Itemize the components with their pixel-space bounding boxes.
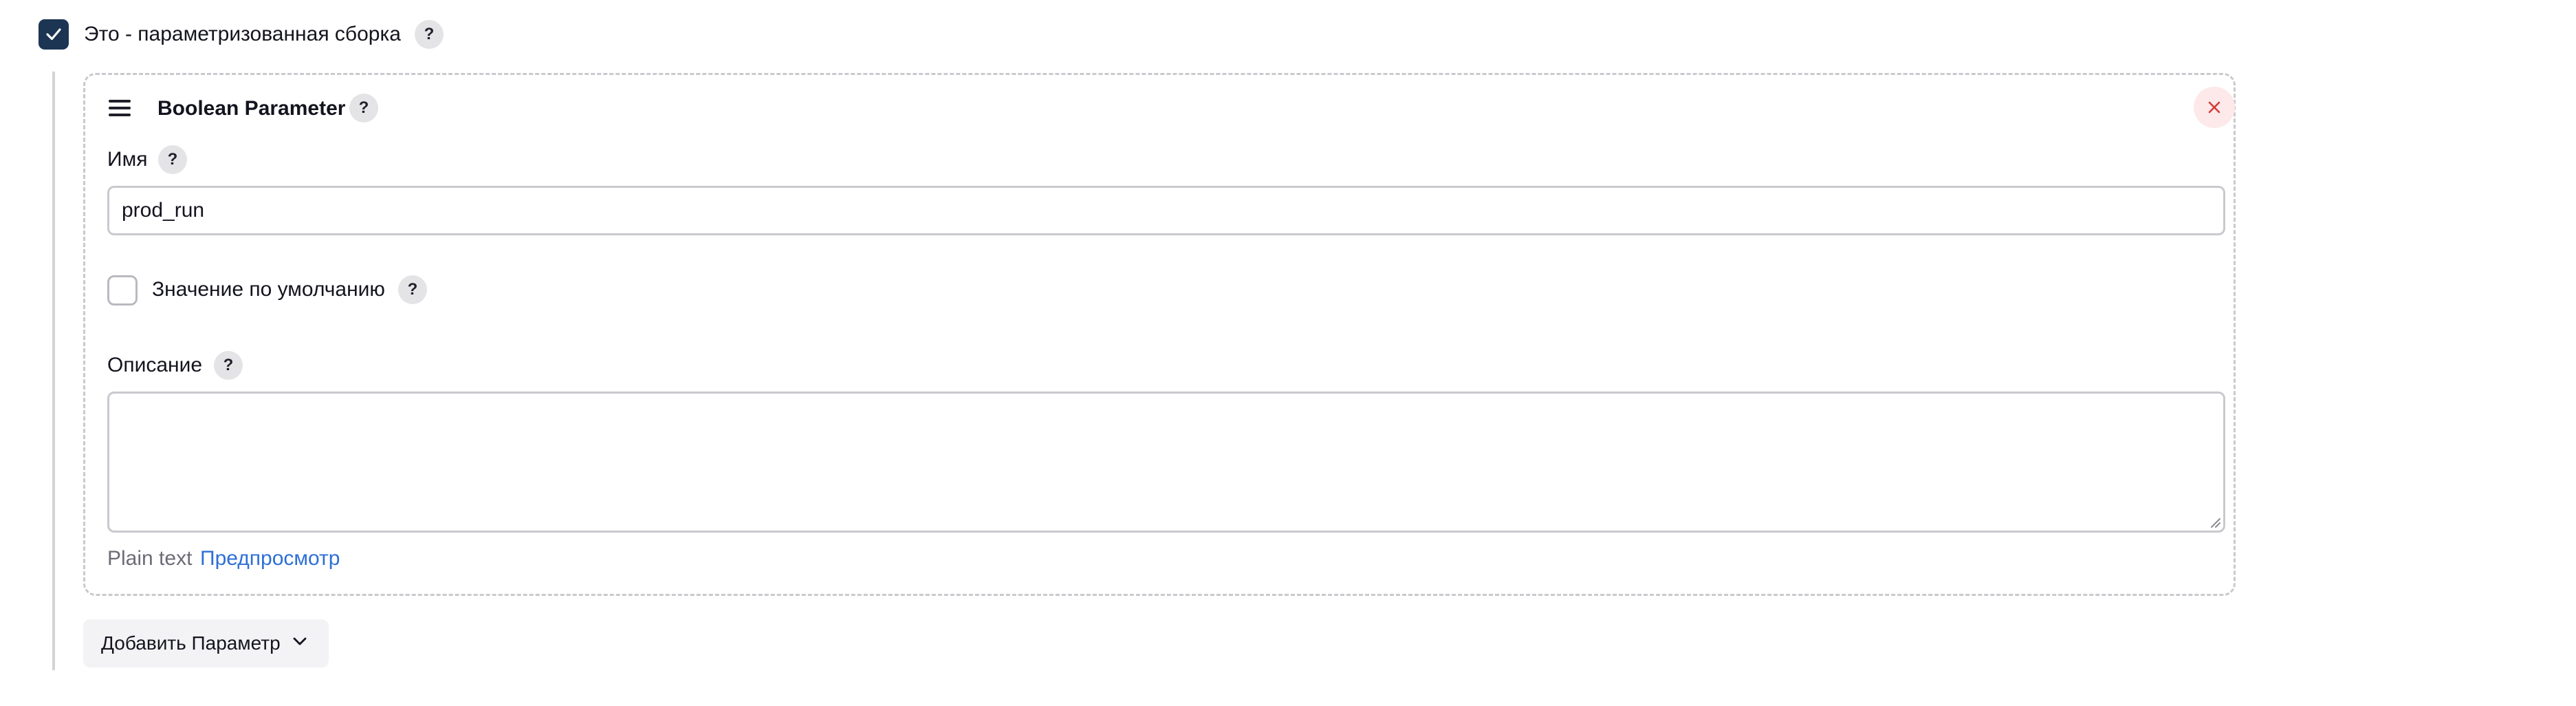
chevron-down-icon — [293, 637, 307, 645]
add-parameter-button[interactable]: Добавить Параметр — [83, 619, 329, 667]
default-value-label: Значение по умолчанию — [152, 278, 385, 301]
parameter-title: Boolean Parameter — [157, 97, 346, 120]
name-field-label: Имя — [107, 148, 148, 171]
plain-text-label: Plain text — [107, 547, 193, 570]
drag-handle-icon[interactable] — [109, 100, 131, 116]
default-value-checkbox[interactable] — [107, 275, 138, 306]
resize-grip-icon[interactable] — [2209, 516, 2221, 528]
checkmark-icon — [46, 28, 61, 41]
section-divider — [52, 72, 55, 670]
parameterized-build-checkbox[interactable] — [39, 19, 69, 50]
parameterized-build-label: Это - параметризованная сборка — [84, 23, 401, 45]
help-icon[interactable]: ? — [398, 275, 427, 304]
name-input[interactable] — [107, 186, 2225, 235]
description-label: Описание — [107, 354, 203, 376]
add-parameter-label: Добавить Параметр — [101, 632, 281, 654]
help-icon[interactable]: ? — [349, 94, 378, 122]
close-icon — [2208, 101, 2220, 114]
help-icon[interactable]: ? — [415, 20, 444, 49]
help-icon[interactable]: ? — [214, 351, 243, 380]
delete-parameter-button[interactable] — [2194, 87, 2235, 128]
description-textarea[interactable] — [107, 392, 2225, 533]
preview-link[interactable]: Предпросмотр — [200, 545, 340, 573]
help-icon[interactable]: ? — [158, 145, 187, 174]
